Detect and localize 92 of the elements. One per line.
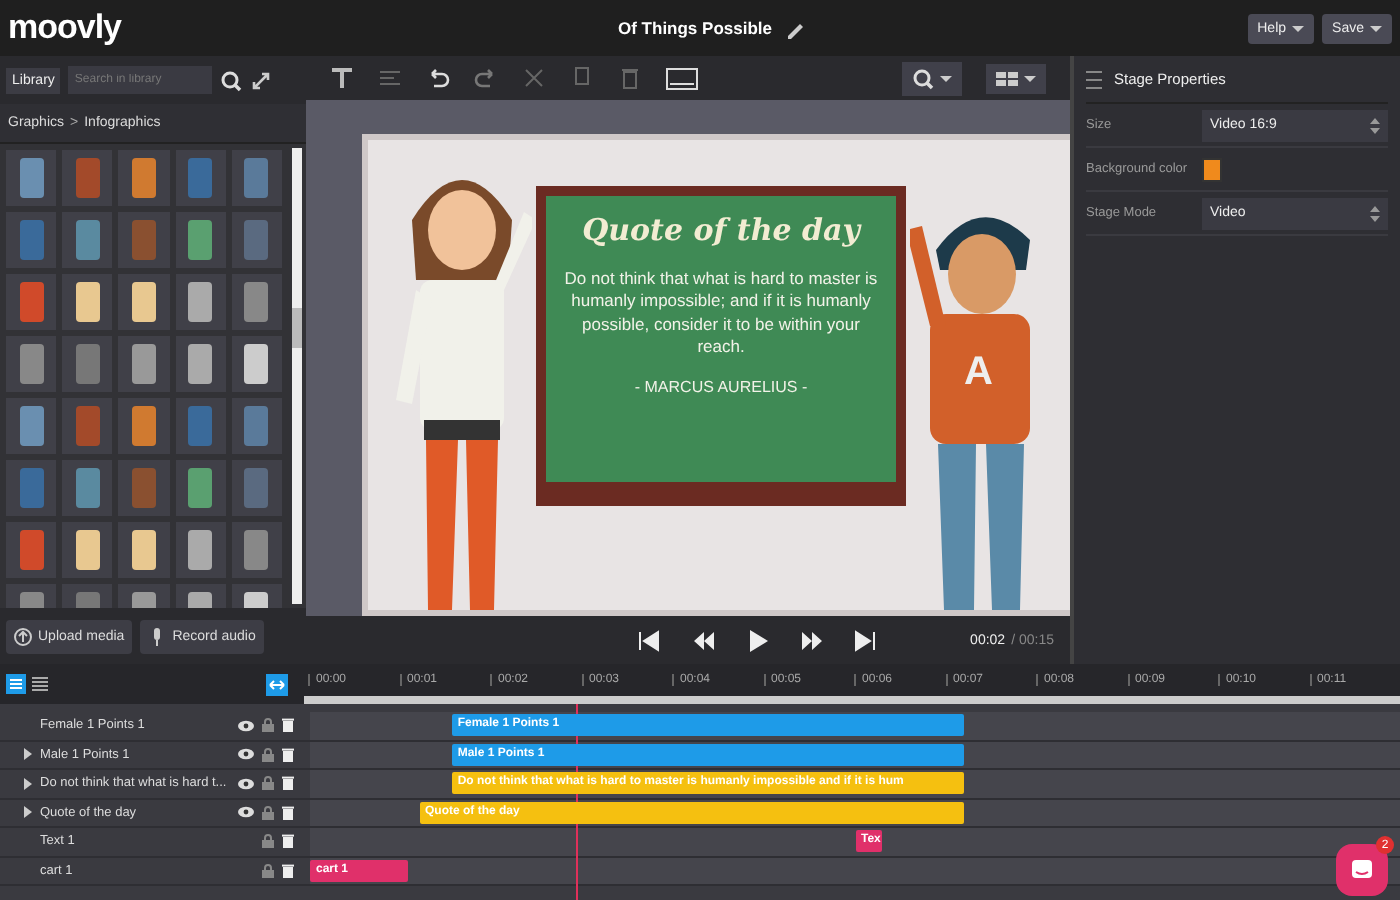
eye-icon[interactable] [238,719,254,732]
quote-heading: Quote of the day [582,211,860,248]
graphic-thumbnail[interactable] [6,150,57,206]
trash-icon[interactable] [282,805,294,820]
project-title: Of Things Possible [618,18,772,38]
chat-icon [1350,858,1374,882]
trash-icon[interactable] [282,747,294,762]
upload-icon [14,627,32,645]
graphic-thumbnail[interactable] [62,212,113,268]
graphic-thumbnail[interactable] [175,460,226,516]
zoom-button[interactable] [902,61,962,96]
graphic-thumbnail[interactable] [6,212,57,268]
graphic-thumbnail[interactable] [118,150,170,206]
scrollbar[interactable] [292,148,302,604]
expand-icon[interactable] [250,69,273,91]
trash-icon[interactable] [282,834,294,849]
graphic-thumbnail[interactable] [231,274,282,330]
quote-author: - MARCUS AURELIUS - [634,378,808,397]
redo-icon[interactable] [474,66,498,91]
trash-icon[interactable] [282,776,294,791]
graphic-thumbnail[interactable] [231,212,282,268]
lock-icon[interactable] [262,805,274,820]
graphic-thumbnail[interactable] [231,336,282,392]
copy-icon[interactable] [570,66,594,91]
expand-arrow-icon[interactable] [24,777,32,790]
caret-icon [1024,75,1036,82]
graphic-thumbnail[interactable] [175,522,226,578]
updown-icon [1370,117,1380,133]
expand-arrow-icon[interactable] [24,806,32,819]
shirt-letter: A [964,350,993,397]
graphic-thumbnail[interactable] [175,336,226,392]
layout-button[interactable] [986,63,1046,94]
graphic-thumbnail[interactable] [231,522,282,578]
scissors-icon[interactable] [522,66,546,91]
align-icon[interactable] [378,66,402,91]
expand-arrow-icon[interactable] [24,748,32,761]
graphic-thumbnail[interactable] [118,274,170,330]
trash-icon[interactable] [282,718,294,733]
graphic-thumbnail[interactable] [118,212,170,268]
updown-icon [1370,205,1380,221]
eye-icon[interactable] [238,777,254,790]
trash-icon[interactable] [282,863,294,878]
color-swatch[interactable] [1202,157,1222,181]
eye-icon[interactable] [238,748,254,761]
eye-icon[interactable] [238,806,254,819]
graphic-thumbnail[interactable] [118,460,170,516]
graphic-thumbnail[interactable] [62,150,113,206]
logo: moovly [8,8,124,48]
screen-icon[interactable] [666,66,698,91]
graphic-thumbnail[interactable] [6,460,57,516]
graphic-thumbnail[interactable] [175,212,226,268]
graphic-thumbnail[interactable] [6,522,57,578]
undo-icon[interactable] [426,66,450,91]
graphic-thumbnail[interactable] [6,336,57,392]
skip-start-icon[interactable] [637,629,660,652]
lock-icon[interactable] [262,863,274,878]
graphic-thumbnail[interactable] [6,398,57,454]
lock-icon[interactable] [262,834,274,849]
search-icon[interactable] [220,69,243,91]
grid-icon [996,69,1018,88]
skip-end-icon[interactable] [853,629,876,652]
graphic-thumbnail[interactable] [231,150,282,206]
quote-text: Do not think that what is hard to master is humanly impossible; and if it is humanly possible, consider it to be within your reach. [562,267,880,359]
list-view-icon[interactable] [6,674,26,694]
caret-icon [1292,25,1305,31]
play-icon[interactable] [745,629,768,652]
graphic-thumbnail[interactable] [62,274,113,330]
graphic-thumbnail[interactable] [62,398,113,454]
graphic-thumbnail[interactable] [118,522,170,578]
lock-icon[interactable] [262,747,274,762]
compact-view-icon[interactable] [30,674,50,694]
fast-forward-icon[interactable] [799,629,822,652]
fit-icon[interactable] [266,673,288,695]
graphic-thumbnail[interactable] [118,398,170,454]
graphic-thumbnail[interactable] [175,398,226,454]
text-tool-icon[interactable] [330,66,354,91]
search-icon [912,67,934,90]
graphic-thumbnail[interactable] [175,274,226,330]
graphic-thumbnail[interactable] [175,150,226,206]
caret-icon [1370,25,1382,31]
graphic-thumbnail[interactable] [231,398,282,454]
rewind-icon[interactable] [691,629,714,652]
graphic-thumbnail[interactable] [118,336,170,392]
lock-icon[interactable] [262,718,274,733]
graphic-thumbnail[interactable] [6,274,57,330]
graphic-thumbnail[interactable] [231,460,282,516]
graphic-thumbnail[interactable] [62,460,113,516]
lock-icon[interactable] [262,776,274,791]
caret-icon [940,75,952,82]
panel-icon [1086,69,1102,89]
graphic-thumbnail[interactable] [62,336,113,392]
graphic-thumbnail[interactable] [62,522,113,578]
